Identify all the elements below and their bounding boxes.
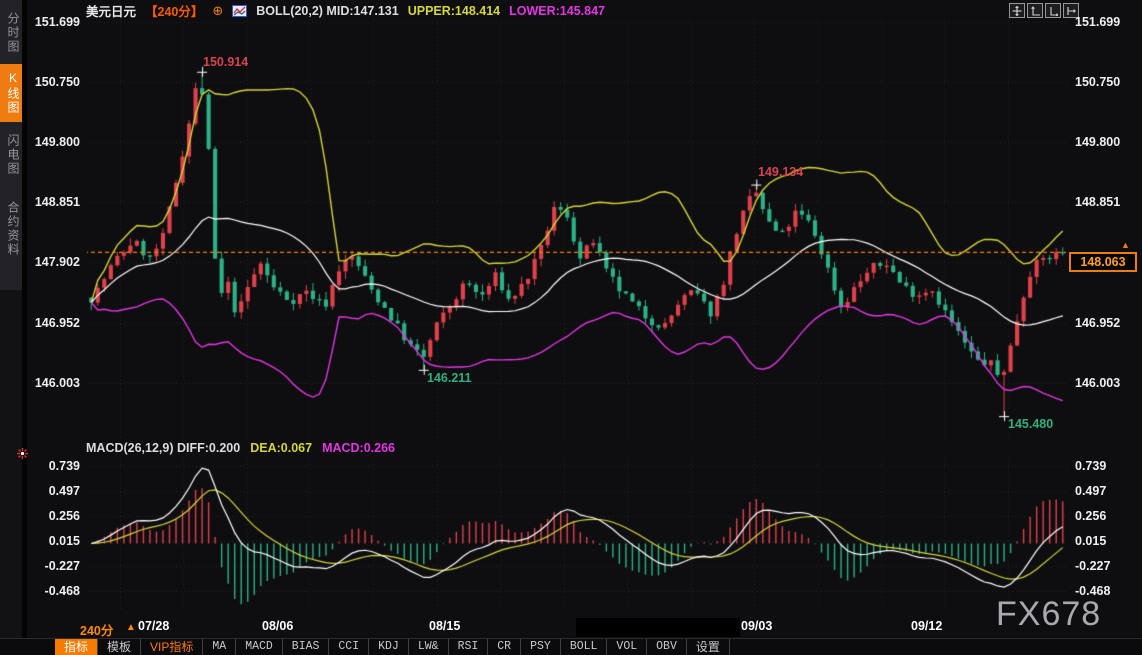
timeframe-arrow-icon[interactable]: ▲ bbox=[126, 622, 136, 633]
macd-axis-label: 0.256 bbox=[32, 508, 80, 524]
price-axis-label: 150.750 bbox=[32, 74, 80, 90]
price-axis-label: 151.699 bbox=[1075, 14, 1135, 30]
price-macd-chart-canvas[interactable] bbox=[0, 0, 1142, 655]
price-axis-label: 146.003 bbox=[32, 375, 80, 391]
boll-upper-readout: UPPER:148.414 bbox=[408, 4, 500, 18]
macd-axis-label: 0.015 bbox=[1075, 533, 1135, 549]
macd-axis-label: -0.227 bbox=[1075, 558, 1135, 574]
toolbar-item-cci[interactable]: CCI bbox=[329, 639, 369, 655]
sidebar-item-contract-info[interactable]: 合约资料 bbox=[0, 192, 22, 266]
macd-axis-label: -0.227 bbox=[32, 558, 80, 574]
price-axis-label: 148.851 bbox=[32, 194, 80, 210]
macd-axis-label: 0.497 bbox=[32, 483, 80, 499]
sidebar-item-flash-chart[interactable]: 闪电图 bbox=[0, 128, 22, 182]
macd-axis-label: 0.256 bbox=[1075, 508, 1135, 524]
low-annotation: 145.480 bbox=[1008, 417, 1053, 431]
price-axis-label: 146.952 bbox=[32, 315, 80, 331]
toolbar-item-obv[interactable]: OBV bbox=[647, 639, 687, 655]
price-axis-label: 147.902 bbox=[32, 254, 80, 270]
high-annotation: 149.134 bbox=[758, 165, 803, 179]
price-up-arrow-icon: ▲ bbox=[1121, 240, 1130, 250]
toolbar-item-boll[interactable]: BOLL bbox=[561, 639, 608, 655]
interval-tag: 【240分】 bbox=[145, 1, 203, 20]
y-axis-scale-icon[interactable] bbox=[1027, 3, 1043, 18]
date-axis: 240分 ▲ 07/28 08/06 08/15 09/03 09/12 bbox=[0, 617, 1142, 638]
toolbar-item-bias[interactable]: BIAS bbox=[283, 639, 330, 655]
low-annotation: 146.211 bbox=[427, 371, 472, 385]
macd-dea-readout: DEA:0.067 bbox=[250, 441, 312, 455]
price-axis-label: 146.003 bbox=[1075, 375, 1135, 391]
boll-readout: BOLL(20,2) MID:147.131 bbox=[256, 4, 398, 18]
boll-lower-readout: LOWER:145.847 bbox=[509, 4, 605, 18]
high-annotation: 150.914 bbox=[203, 55, 248, 69]
toolbar-item-kdj[interactable]: KDJ bbox=[369, 639, 409, 655]
macd-axis-label: 0.739 bbox=[32, 458, 80, 474]
indicator-toolbar: 指标 模板 VIP指标 MA MACD BIAS CCI KDJ LW& RSI… bbox=[0, 638, 1142, 655]
price-axis-label: 149.800 bbox=[32, 134, 80, 150]
date-tick-label: 09/12 bbox=[911, 619, 942, 633]
toolbar-item-lwr[interactable]: LW& bbox=[409, 639, 449, 655]
price-axis-label: 149.800 bbox=[1075, 134, 1135, 150]
timeframe-selector[interactable]: 240分 bbox=[80, 620, 113, 639]
price-axis-label: 151.699 bbox=[32, 14, 80, 30]
mini-chart-icon bbox=[232, 5, 247, 17]
chart-tool-buttons bbox=[1009, 3, 1079, 18]
price-axis-label: 148.851 bbox=[1075, 194, 1135, 210]
date-tick-label: 09/03 bbox=[741, 619, 772, 633]
toolbar-item-templates[interactable]: 模板 bbox=[98, 639, 141, 655]
toolbar-item-vip-indicators[interactable]: VIP指标 bbox=[141, 639, 203, 655]
pan-icon[interactable] bbox=[1009, 3, 1025, 18]
date-axis-mask bbox=[576, 618, 740, 637]
collapse-indicator-icon[interactable]: ⊕ bbox=[212, 3, 223, 19]
toolbar-item-cr[interactable]: CR bbox=[488, 639, 521, 655]
toolbar-item-psy[interactable]: PSY bbox=[521, 639, 561, 655]
price-axis-label: 150.750 bbox=[1075, 74, 1135, 90]
alert-flash-icon[interactable] bbox=[17, 446, 28, 464]
macd-axis-label: 0.497 bbox=[1075, 483, 1135, 499]
x-axis-scale-icon[interactable] bbox=[1045, 3, 1061, 18]
trading-app-window: 分时图 K线图 闪电图 合约资料 美元日元 【240分】 ⊕ BOLL(20,2… bbox=[0, 0, 1142, 655]
macd-readout: MACD(26,12,9) DIFF:0.200 bbox=[86, 441, 240, 455]
macd-bar-readout: MACD:0.266 bbox=[322, 441, 395, 455]
toolbar-item-rsi[interactable]: RSI bbox=[449, 639, 489, 655]
toolbar-item-settings[interactable]: 设置 bbox=[687, 639, 730, 655]
sidebar-divider bbox=[22, 0, 27, 655]
last-price-badge: 148.063 bbox=[1069, 252, 1137, 272]
toolbar-item-vol[interactable]: VOL bbox=[607, 639, 647, 655]
macd-axis-label: -0.468 bbox=[32, 583, 80, 599]
date-tick-label: 07/28 bbox=[138, 619, 169, 633]
sidebar-item-time-chart[interactable]: 分时图 bbox=[0, 6, 22, 60]
sidebar-item-kline-chart[interactable]: K线图 bbox=[0, 64, 22, 122]
price-axis-label: 146.952 bbox=[1075, 315, 1135, 331]
macd-axis-label: 0.015 bbox=[32, 533, 80, 549]
date-tick-label: 08/15 bbox=[429, 619, 460, 633]
toolbar-item-ma[interactable]: MA bbox=[203, 639, 236, 655]
chart-header: 美元日元 【240分】 ⊕ BOLL(20,2) MID:147.131 UPP… bbox=[86, 2, 605, 19]
date-tick-label: 08/06 bbox=[262, 619, 293, 633]
macd-axis-label: 0.739 bbox=[1075, 458, 1135, 474]
fx678-watermark: FX678 bbox=[996, 595, 1101, 634]
macd-header: MACD(26,12,9) DIFF:0.200 DEA:0.067 MACD:… bbox=[86, 441, 395, 455]
symbol-title: 美元日元 bbox=[86, 1, 136, 20]
toolbar-item-macd[interactable]: MACD bbox=[236, 639, 283, 655]
toolbar-item-indicators[interactable]: 指标 bbox=[55, 639, 98, 655]
